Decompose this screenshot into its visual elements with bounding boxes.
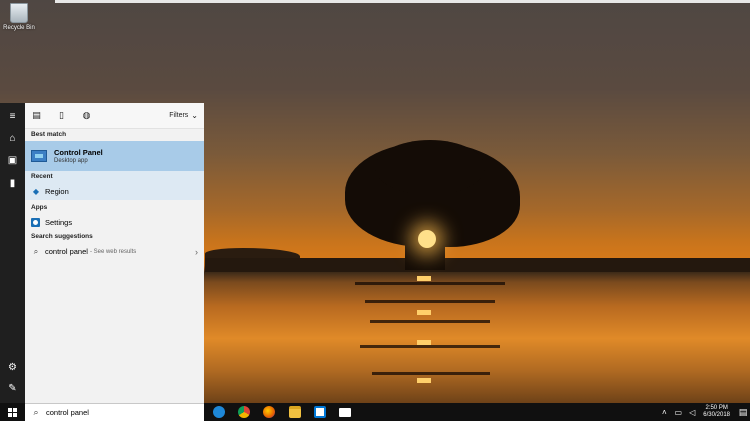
documents-filter-icon[interactable]: ▯ <box>56 110 67 121</box>
mail-icon[interactable] <box>339 408 351 417</box>
notebook-icon[interactable]: ▣ <box>6 154 19 167</box>
apps-heading: Apps <box>31 204 48 211</box>
wallpaper-sun-reflection <box>417 340 431 345</box>
search-filter-bar: ▤ ▯ ◍ Filters ⌄ <box>25 103 204 129</box>
windows-logo-icon <box>8 407 17 417</box>
search-icon: ⌕ <box>33 246 39 256</box>
store-icon[interactable] <box>314 406 326 418</box>
clock[interactable]: 2:50 PM 6/30/2018 <box>703 405 730 419</box>
chevron-right-icon[interactable]: › <box>195 247 198 257</box>
recent-heading: Recent <box>31 173 53 180</box>
wallpaper-tree-top <box>375 140 485 195</box>
search-suggestions-heading: Search suggestions <box>31 233 93 240</box>
app-item-label: Settings <box>45 218 73 227</box>
suggestion-item[interactable]: ⌕ control panel - See web results › <box>25 243 204 260</box>
edge-icon[interactable] <box>213 406 225 418</box>
region-icon: ◆ <box>32 186 40 196</box>
recycle-bin-icon <box>10 3 28 23</box>
best-match-subtitle: Desktop app <box>54 158 88 164</box>
feedback-icon[interactable]: ✎ <box>6 382 19 395</box>
taskbar-search-box[interactable]: ⌕ <box>25 403 204 421</box>
best-match-title: Control Panel <box>54 148 103 157</box>
search-results-panel: ▤ ▯ ◍ Filters ⌄ Best match Control Panel… <box>25 103 204 403</box>
wallpaper-reflection <box>372 372 490 375</box>
wallpaper-reflection <box>355 282 505 285</box>
start-button[interactable] <box>0 403 25 421</box>
wallpaper-reflection <box>360 345 500 348</box>
window-edge <box>55 0 750 3</box>
settings-icon <box>31 218 40 227</box>
chrome-icon[interactable] <box>238 406 250 418</box>
filters-label: Filters <box>169 112 189 119</box>
control-panel-icon <box>31 150 47 162</box>
best-match-heading: Best match <box>31 131 67 138</box>
wallpaper-sun <box>418 230 436 248</box>
suggestion-note: - See web results <box>89 248 137 255</box>
hamburger-menu-icon[interactable]: ≡ <box>6 110 19 123</box>
search-input[interactable] <box>46 408 166 417</box>
file-explorer-icon[interactable] <box>289 406 301 418</box>
home-icon[interactable]: ⌂ <box>6 132 19 145</box>
clock-time: 2:50 PM <box>705 405 728 411</box>
firefox-icon[interactable] <box>263 406 275 418</box>
wallpaper-reflection <box>370 320 490 323</box>
start-rail: ≡ ⌂ ▣ ▮ ⚙ ✎ <box>0 103 25 403</box>
best-match-result[interactable]: Control Panel Desktop app <box>25 141 204 171</box>
search-icon: ⌕ <box>33 407 39 417</box>
action-center-icon[interactable]: ▤ <box>736 407 750 418</box>
wallpaper-sun-reflection <box>417 310 431 315</box>
network-icon[interactable]: ▭ <box>673 408 683 417</box>
recent-item-region[interactable]: ◆ Region <box>25 183 204 200</box>
wallpaper-sun-reflection <box>417 276 431 281</box>
web-filter-icon[interactable]: ◍ <box>81 110 92 121</box>
wallpaper-sun-reflection <box>417 378 431 383</box>
clock-date: 6/30/2018 <box>703 412 730 418</box>
suggestion-label: control panel <box>45 247 88 256</box>
system-tray: ˄ ▭ ◁ 2:50 PM 6/30/2018 ▤ <box>657 403 750 421</box>
chevron-up-icon[interactable]: ˄ <box>659 408 669 417</box>
recycle-bin-shortcut[interactable]: Recycle Bin <box>3 3 35 31</box>
filters-dropdown[interactable]: Filters ⌄ <box>169 111 198 120</box>
device-icon[interactable]: ▮ <box>6 177 19 190</box>
wallpaper-reflection <box>365 300 495 303</box>
chevron-down-icon: ⌄ <box>191 111 198 120</box>
gear-icon[interactable]: ⚙ <box>6 361 19 374</box>
recent-item-label: Region <box>45 187 69 196</box>
recent-section: Recent ◆ Region <box>25 171 204 200</box>
volume-icon[interactable]: ◁ <box>687 408 697 417</box>
recycle-bin-label: Recycle Bin <box>3 25 35 31</box>
apps-filter-icon[interactable]: ▤ <box>31 110 42 121</box>
wallpaper-horizon <box>205 258 750 272</box>
app-item-settings[interactable]: Settings <box>25 214 204 231</box>
